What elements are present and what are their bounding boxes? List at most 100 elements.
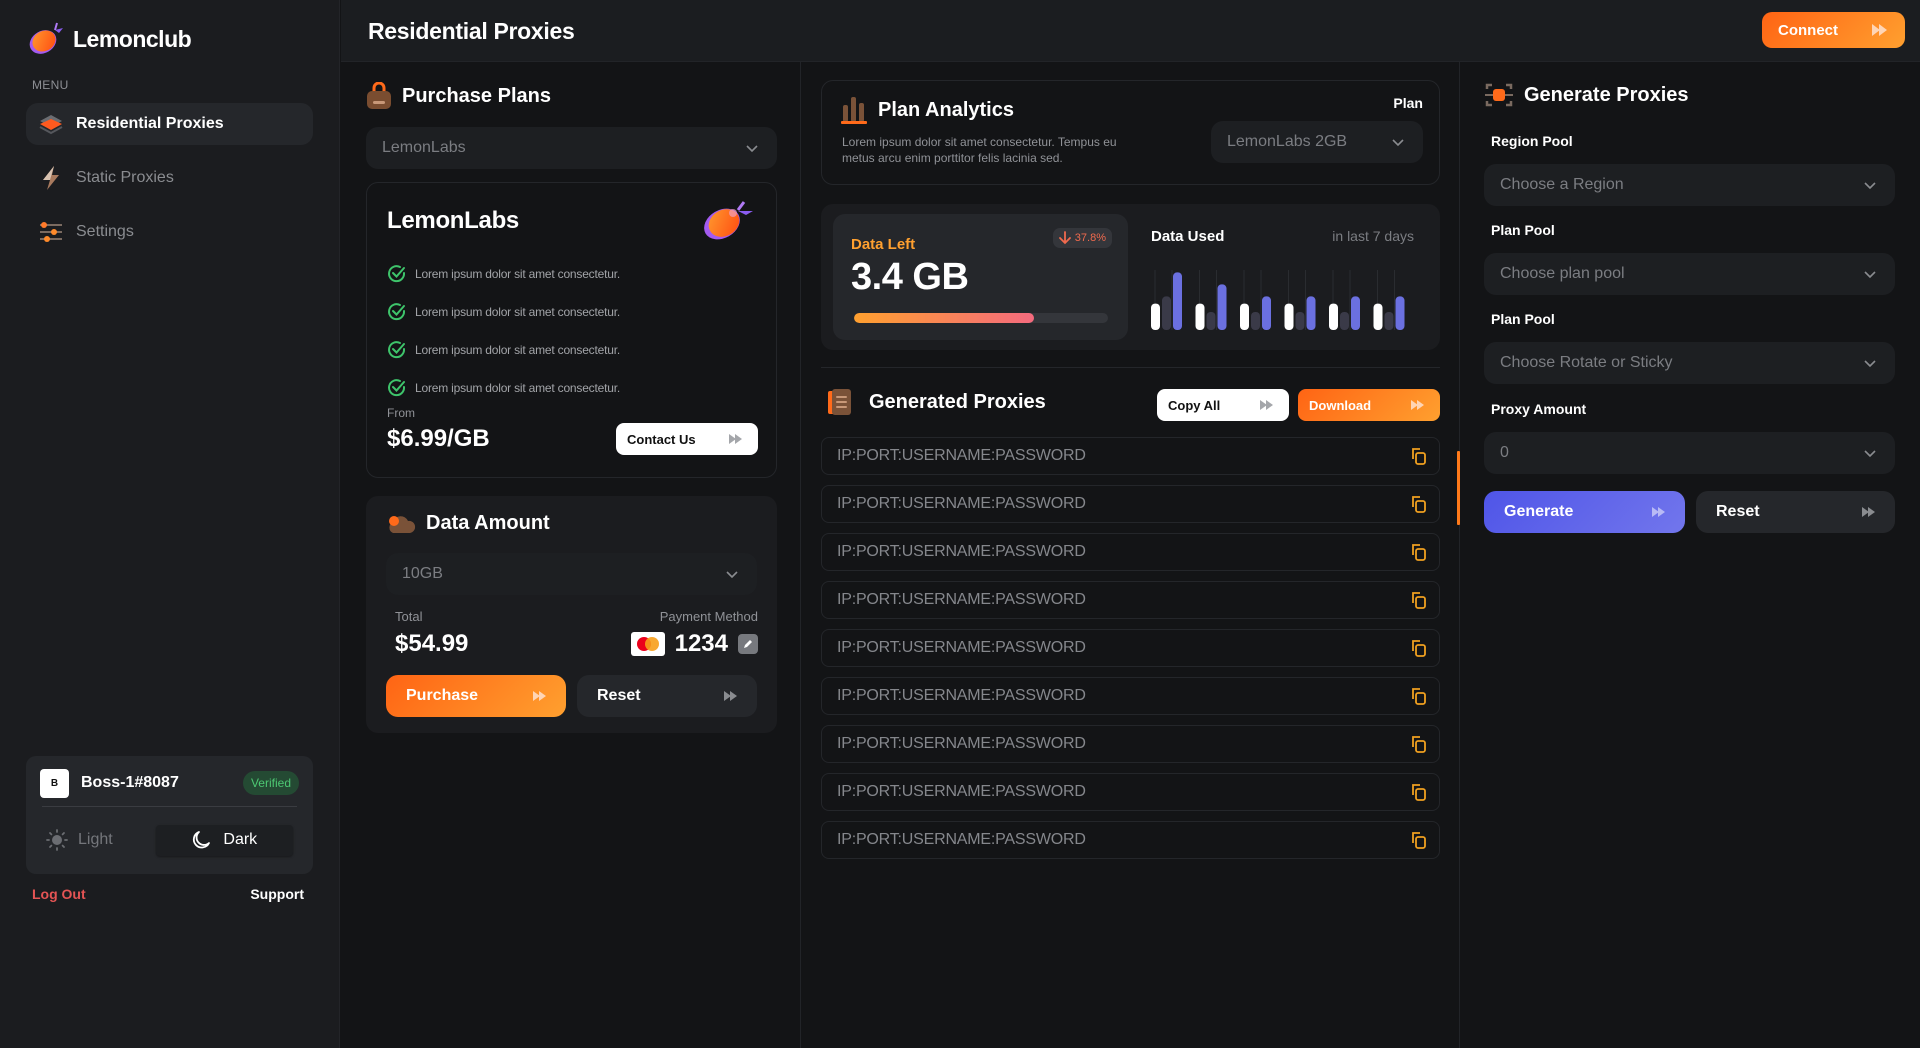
copy-icon[interactable] [1409,446,1429,466]
chevron-down-icon [1392,139,1404,147]
copy-icon[interactable] [1409,494,1429,514]
data-amount-value: 10GB [402,565,443,582]
verified-badge: Verified [242,771,299,795]
sidebar-item-residential-proxies[interactable]: Residential Proxies [26,103,313,145]
sidebar-item-settings[interactable]: Settings [26,211,313,253]
avatar: B [40,768,69,798]
data-amount-select[interactable]: 10GB [386,553,757,595]
plan-analytics-title: Plan Analytics [878,98,1014,121]
reset-label: Reset [597,687,641,704]
support-link[interactable]: Support [250,886,304,902]
proxy-row: IP:PORT:USERNAME:PASSWORD [821,581,1440,619]
proxy-string: IP:PORT:USERNAME:PASSWORD [837,783,1086,800]
sidebar-nav: Residential Proxies Static Proxies Setti… [26,103,313,265]
generate-proxies-title: Generate Proxies [1524,83,1689,106]
total-value: $54.99 [395,630,469,657]
change-badge: 37.8% [1052,228,1112,248]
menu-label: MENU [32,78,69,92]
theme-dark-label: Dark [223,831,258,848]
feature-list: Lorem ipsum dolor sit amet consectetur. … [387,255,620,407]
proxy-row: IP:PORT:USERNAME:PASSWORD [821,773,1440,811]
chart-bar-series-b-4 [1295,312,1305,330]
fast-forward-icon [1411,400,1424,410]
generate-label: Generate [1504,503,1574,520]
purchase-label: Purchase [406,687,479,704]
fast-forward-icon [724,691,737,701]
proxy-amount-select[interactable]: 0 [1484,432,1895,474]
proxy-row: IP:PORT:USERNAME:PASSWORD [821,677,1440,715]
app-name: Lemonclub [73,25,192,52]
generated-proxies-heading: Generated Proxies [827,388,1046,416]
data-amount-card: Data Amount 10GB Total $54.99 Payment Me… [366,496,777,733]
sidebar-item-label: Static Proxies [76,169,174,186]
logout-link[interactable]: Log Out [32,886,86,902]
copy-icon[interactable] [1409,782,1429,802]
feature-text: Lorem ipsum dolor sit amet consectetur. [415,305,620,319]
plan-pool-select[interactable]: Choose plan pool [1484,253,1895,295]
connect-button[interactable]: Connect [1762,12,1905,48]
chart-bar-series-a-2 [1195,303,1205,330]
generate-button[interactable]: Generate [1484,491,1685,533]
copy-icon[interactable] [1409,542,1429,562]
provider-select[interactable]: LemonLabs [366,127,777,169]
plan-card: LemonLabs Lorem ipsum dolor sit amet con… [366,182,777,478]
plan-select-value: LemonLabs 2GB [1227,133,1348,150]
plan-analytics-card: Plan Analytics Lorem ipsum dolor sit ame… [821,80,1440,185]
bag-icon [367,82,391,109]
chevron-down-icon [1864,450,1876,458]
proxy-amount-label: Proxy Amount [1491,401,1587,417]
provider-select-value: LemonLabs [382,139,466,156]
generate-proxies-heading: Generate Proxies [1484,82,1689,108]
from-label: From [387,406,415,420]
contact-us-label: Contact Us [627,431,696,447]
reset-purchase-button[interactable]: Reset [577,675,757,717]
region-pool-select[interactable]: Choose a Region [1484,164,1895,206]
theme-dark-option[interactable]: Dark [155,824,293,856]
data-amount-heading: Data Amount [386,512,550,535]
plan-select[interactable]: LemonLabs 2GB [1211,121,1423,163]
arrow-down-icon [1058,231,1071,245]
copy-icon[interactable] [1409,830,1429,850]
lemon-logo-icon [704,201,753,240]
rotation-select[interactable]: Choose Rotate or Sticky [1484,342,1895,384]
edit-payment-button[interactable] [738,634,758,654]
copy-icon[interactable] [1409,734,1429,754]
download-label: Download [1309,397,1372,413]
copy-icon[interactable] [1409,686,1429,706]
chart-bar-series-c-6 [1395,296,1405,330]
payment-method-label: Payment Method [659,609,758,624]
check-circle-icon [388,265,406,283]
logo[interactable]: Lemonclub [27,22,192,56]
plan-pool-label: Plan Pool [1491,222,1555,238]
bar-chart-icon [841,97,867,124]
lightning-icon [38,165,64,191]
sidebar-item-static-proxies[interactable]: Static Proxies [26,157,313,199]
copy-all-button[interactable]: Copy All [1157,389,1289,421]
proxy-string: IP:PORT:USERNAME:PASSWORD [837,447,1086,464]
chevron-down-icon [726,571,738,579]
copy-icon[interactable] [1409,638,1429,658]
download-button[interactable]: Download [1298,389,1440,421]
chart-bar-series-b-1 [1162,296,1171,330]
theme-light-option[interactable]: Light [46,829,156,851]
fast-forward-icon [1260,400,1273,410]
chart-bar-series-b-3 [1251,312,1260,330]
sidebar-item-label: Residential Proxies [76,115,224,132]
feature-text: Lorem ipsum dolor sit amet consectetur. [415,381,620,395]
reset-generate-button[interactable]: Reset [1696,491,1895,533]
purchase-button[interactable]: Purchase [386,675,566,717]
contact-us-button[interactable]: Contact Us [616,423,758,455]
purchase-plans-title: Purchase Plans [402,84,551,107]
total-label: Total [395,609,423,624]
fast-forward-icon [533,691,546,701]
plan-label: Plan [1393,95,1423,111]
copy-icon[interactable] [1409,590,1429,610]
scrollbar-thumb[interactable] [1457,451,1460,525]
reset-label: Reset [1716,503,1760,520]
region-pool-label: Region Pool [1491,133,1573,149]
column-divider [800,62,801,1048]
chevron-down-icon [1864,271,1876,279]
usage-stats-card: Data Left 37.8% 3.4 GB Data Used in last… [821,204,1440,350]
feature-text: Lorem ipsum dolor sit amet consectetur. [415,267,620,281]
chevron-down-icon [1864,182,1876,190]
